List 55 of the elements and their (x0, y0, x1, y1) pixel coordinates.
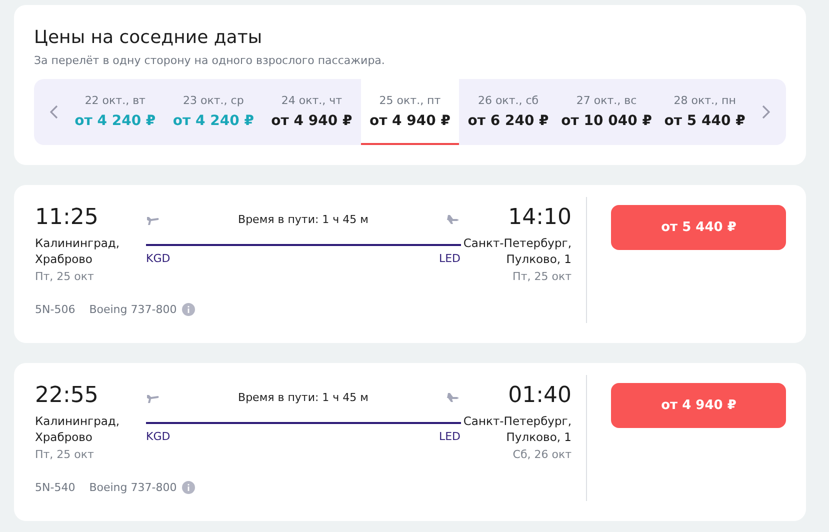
arrival-date: Пт, 25 окт (512, 270, 572, 283)
chevron-left-icon (50, 105, 58, 119)
departure-date: Пт, 25 окт (35, 270, 94, 283)
departure-airport: Храброво (35, 251, 92, 267)
date-price: от 4 940 ₽ (271, 112, 352, 128)
info-icon[interactable] (182, 303, 195, 316)
departure-date: Пт, 25 окт (35, 448, 94, 461)
date-price: от 4 240 ₽ (74, 112, 156, 128)
date-tab[interactable]: 23 окт., ср от 4 240 ₽ (164, 79, 263, 145)
destination-code: LED (438, 430, 460, 443)
aircraft-model: Boeing 737-800 (89, 481, 177, 494)
date-tab[interactable]: 24 окт., чт от 4 940 ₽ (262, 79, 361, 145)
date-label: 26 окт., сб (478, 94, 539, 106)
arrival-time: 01:40 (508, 383, 572, 409)
date-tab[interactable]: 26 окт., сб от 6 240 ₽ (459, 79, 558, 145)
plane-icon (446, 391, 460, 403)
date-label: 23 окт., ср (183, 94, 244, 106)
date-label: 25 окт., пт (379, 94, 441, 106)
flight-duration: Время в пути: 1 ч 45 м (238, 390, 368, 404)
section-subtitle: За перелёт в одну сторону на одного взрослого пассажира. (34, 54, 386, 67)
departure-time: 11:25 (35, 205, 98, 231)
arrival-airport: Пулково, 1 (506, 251, 572, 267)
date-price: от 6 240 ₽ (468, 112, 549, 128)
info-icon[interactable] (182, 481, 195, 494)
flight-number: 5N-540 (35, 481, 76, 494)
date-label: 24 окт., чт (281, 94, 342, 106)
arrival-time: 14:10 (508, 205, 572, 231)
plane-icon (446, 213, 460, 225)
arrival-airport: Пулково, 1 (506, 429, 572, 445)
date-price: от 10 040 ₽ (561, 112, 652, 128)
aircraft-model: Boeing 737-800 (89, 303, 177, 316)
date-price: от 4 240 ₽ (172, 112, 254, 128)
date-tab[interactable]: 27 окт., вс от 10 040 ₽ (557, 79, 656, 145)
origin-code: KGD (146, 252, 170, 265)
origin-code: KGD (146, 430, 170, 443)
arrival-city: Санкт-Петербург, (463, 413, 572, 429)
flight-number: 5N-506 (35, 303, 76, 316)
destination-code: LED (438, 252, 460, 265)
date-label: 28 окт., пн (674, 94, 736, 106)
date-tab[interactable]: 28 окт., пн от 5 440 ₽ (656, 79, 754, 145)
date-tab[interactable]: 25 окт., пт от 4 940 ₽ (360, 79, 460, 145)
date-price: от 4 940 ₽ (369, 112, 451, 128)
date-label: 27 окт., вс (576, 94, 637, 106)
departure-airport: Храброво (35, 429, 92, 445)
flight-duration: Время в пути: 1 ч 45 м (238, 212, 368, 226)
date-price: от 5 440 ₽ (664, 112, 746, 128)
departure-city: Калининград, (35, 413, 120, 429)
arrival-date: Сб, 26 окт (512, 448, 572, 461)
departure-time: 22:55 (35, 383, 98, 409)
date-tab[interactable]: 22 окт., вт от 4 240 ₽ (66, 79, 164, 145)
arrival-city: Санкт-Петербург, (463, 235, 572, 251)
departure-city: Калининград, (35, 235, 120, 251)
section-title: Цены на соседние даты (34, 27, 264, 48)
date-label: 22 окт., вт (84, 94, 146, 106)
chevron-right-icon (762, 105, 770, 119)
